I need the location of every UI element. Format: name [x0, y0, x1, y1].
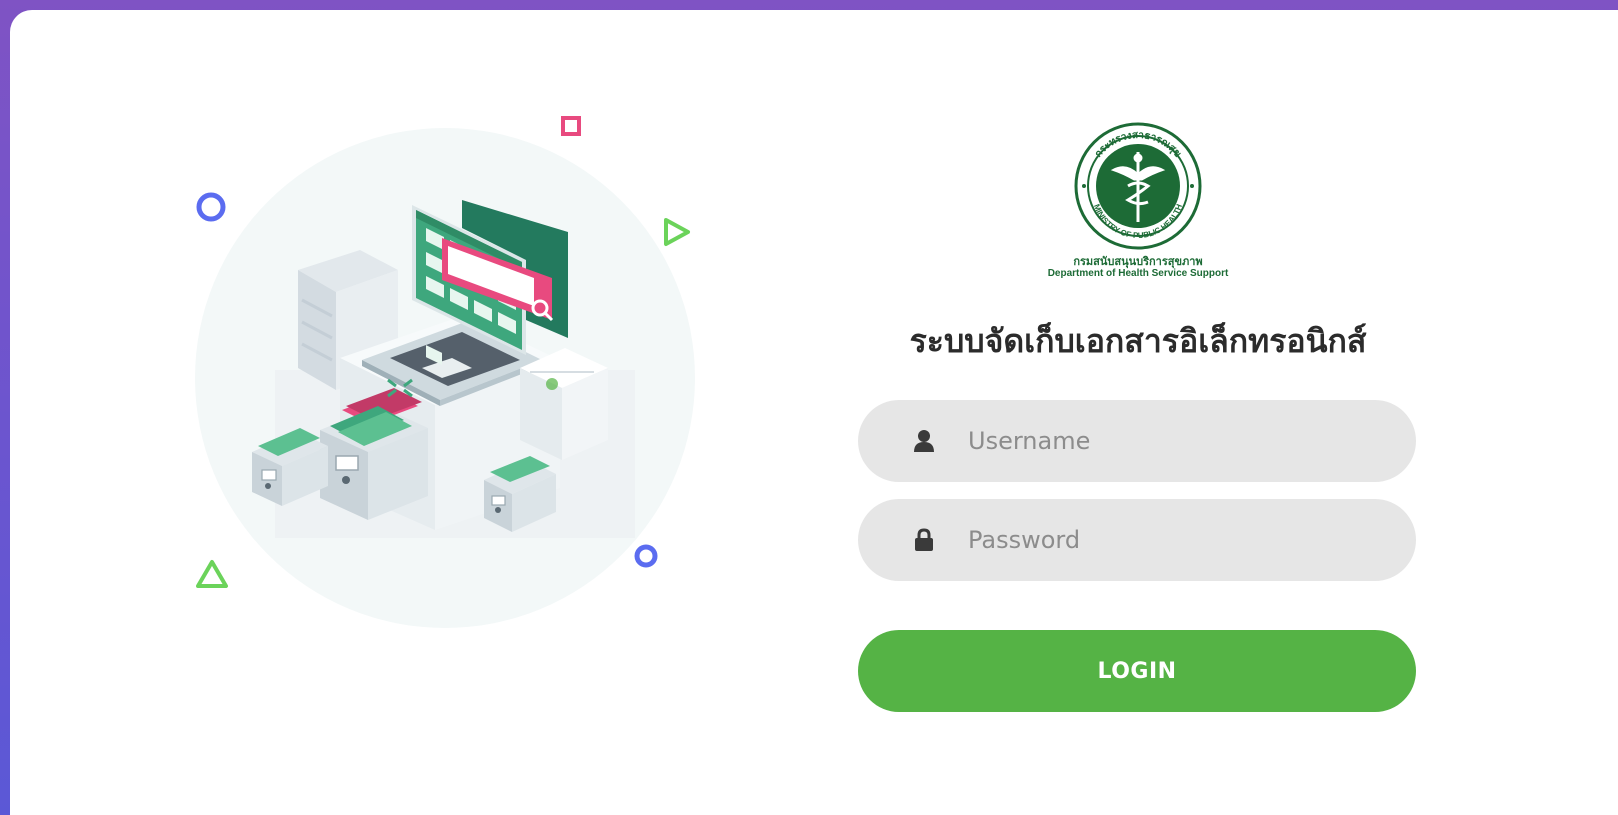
login-button[interactable]: LOGIN	[858, 630, 1416, 712]
blue-small-circle-decoration	[634, 544, 658, 568]
user-icon	[914, 430, 934, 452]
password-input[interactable]	[968, 499, 1388, 581]
department-name-english: Department of Health Service Support	[1047, 268, 1229, 279]
username-input[interactable]	[968, 400, 1388, 482]
page-title: ระบบจัดเก็บเอกสารอิเล็กทรอนิกส์	[909, 322, 1367, 360]
pink-square-decoration	[561, 116, 581, 136]
ministry-logo: กระทรวงสาธารณสุข MINISTRY OF PUBLIC HEAL…	[1068, 122, 1208, 255]
username-field	[858, 400, 1416, 482]
password-field	[858, 499, 1416, 581]
login-card: กระทรวงสาธารณสุข MINISTRY OF PUBLIC HEAL…	[10, 10, 1618, 815]
green-triangle-decoration	[196, 560, 228, 588]
lock-icon	[915, 528, 933, 551]
green-play-triangle-decoration	[664, 218, 690, 246]
blue-circle-decoration	[196, 192, 226, 222]
